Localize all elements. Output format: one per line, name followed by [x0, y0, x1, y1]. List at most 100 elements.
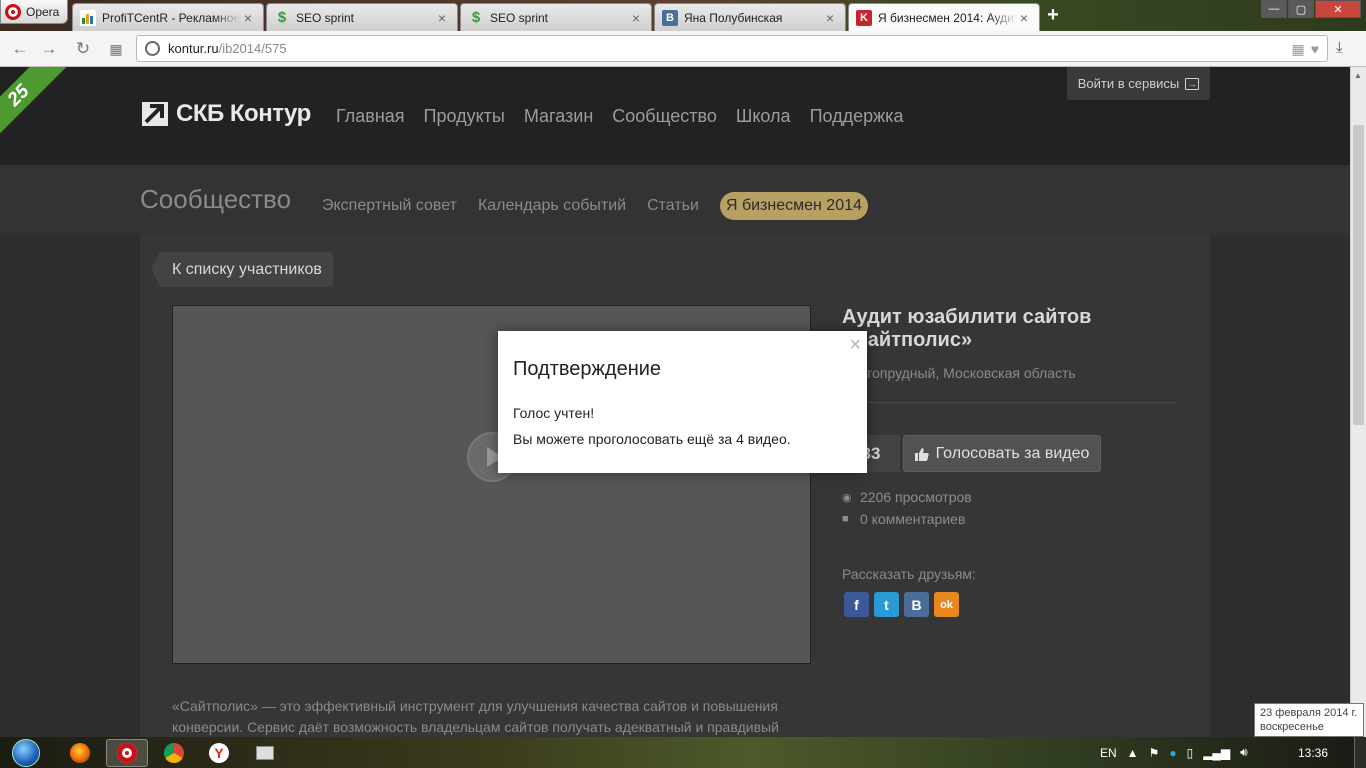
nav-item-shop[interactable]: Магазин [524, 106, 593, 127]
subnav-events-calendar[interactable]: Календарь событий [478, 197, 626, 215]
close-window-icon[interactable]: ✕ [1315, 0, 1361, 18]
divider [842, 402, 1176, 403]
firefox-icon [70, 743, 90, 763]
subnav-articles[interactable]: Статьи [647, 197, 699, 215]
video-location: Долгопрудный, Московская область [842, 365, 1076, 381]
twitter-icon[interactable]: t [874, 592, 899, 617]
vote-for-video-button[interactable]: Голосовать за видео [903, 435, 1101, 472]
dialog-message-2: Вы можете проголосовать ещё за 4 видео. [513, 431, 791, 447]
views-stat: ◉ 2206 просмотров [842, 489, 972, 505]
tab-title: Яна Полубинская [684, 10, 783, 25]
tooltip-date: 23 февраля 2014 г. [1260, 707, 1358, 719]
maximize-icon[interactable]: ▢ [1288, 0, 1314, 18]
close-tab-icon[interactable]: × [241, 10, 255, 26]
login-label: Войти в сервисы [1077, 76, 1180, 91]
comments-stat[interactable]: ■ 0 комментариев [842, 511, 965, 527]
speed-dial-icon[interactable]: ▦ [105, 39, 127, 59]
close-tab-icon[interactable]: × [1017, 10, 1031, 26]
back-arrow-icon[interactable]: ← [9, 39, 31, 59]
close-dialog-icon[interactable]: × [849, 334, 861, 357]
nav-item-support[interactable]: Поддержка [810, 106, 904, 127]
odnoklassniki-icon[interactable]: ok [934, 592, 959, 617]
browser-tab-seo-sprint-2[interactable]: $ SEO sprint × [460, 3, 652, 31]
address-bar[interactable]: kontur.ru/ib2014/575 ▦ ♥ [136, 35, 1328, 62]
site-header: Войти в сервисы → СКБ Контур Главная Про… [0, 67, 1350, 165]
back-to-participants-button[interactable]: К списку участников [151, 252, 333, 287]
download-icon[interactable]: ⤓ [1336, 39, 1343, 56]
comments-text: 0 комментариев [860, 511, 966, 527]
browser-tab-strip: Opera ProfiTCentR - Рекламное агентство … [0, 0, 1366, 31]
site-info-icon[interactable] [145, 41, 160, 56]
close-tab-icon[interactable]: × [823, 10, 837, 26]
taskbar-firefox[interactable] [59, 739, 101, 767]
minimize-icon[interactable]: — [1261, 0, 1287, 18]
chrome-icon [164, 743, 184, 763]
video-description: «Сайтполис» — это эффективный инструмент… [172, 698, 779, 735]
taskbar-opera[interactable] [106, 739, 148, 767]
bar-chart-icon [80, 9, 96, 26]
comment-icon: ■ [842, 513, 849, 525]
language-indicator[interactable]: EN [1100, 746, 1117, 760]
tab-title: ProfiTCentR - Рекламное агентство [102, 10, 241, 25]
close-tab-icon[interactable]: × [629, 10, 643, 26]
browser-tab-profitcentr[interactable]: ProfiTCentR - Рекламное агентство × [72, 3, 264, 31]
vote-label: Голосовать за видео [935, 444, 1090, 462]
show-desktop-button[interactable] [1354, 737, 1366, 768]
taskbar-yandex[interactable]: Y [198, 739, 240, 767]
subnav-expert-council[interactable]: Экспертный совет [322, 197, 457, 215]
tooltip-day: воскресенье [1260, 721, 1324, 733]
logo-text: СКБ Контур [176, 100, 311, 127]
skype-icon[interactable]: ● [1169, 746, 1176, 760]
date-tooltip: 23 февраля 2014 г. воскресенье [1254, 703, 1364, 737]
browser-tab-seo-sprint-1[interactable]: $ SEO sprint × [266, 3, 458, 31]
tab-title: SEO sprint [490, 10, 549, 25]
browser-tab-kontur-active[interactable]: K Я бизнесмен 2014: Аудит юзабилити × [848, 3, 1040, 31]
seo-sprint-icon: $ [471, 9, 481, 26]
page-scrollbar[interactable]: ▲ ▼ [1350, 67, 1366, 737]
section-title[interactable]: Сообщество [140, 184, 291, 215]
new-tab-button[interactable]: + [1043, 5, 1063, 25]
reload-icon[interactable]: ↻ [72, 39, 94, 59]
facebook-icon[interactable]: f [844, 592, 869, 617]
main-nav: Главная Продукты Магазин Сообщество Школ… [336, 106, 903, 127]
forward-arrow-icon[interactable]: → [38, 39, 60, 59]
dialog-message-1: Голос учтен! [513, 405, 595, 421]
opera-logo-icon [5, 3, 21, 20]
url-host: kontur.ru [168, 41, 219, 56]
browser-tab-vk[interactable]: B Яна Полубинская × [654, 3, 846, 31]
vk-share-icon[interactable]: B [904, 592, 929, 617]
views-text: 2206 просмотров [860, 489, 972, 505]
login-services-button[interactable]: Войти в сервисы → [1067, 67, 1210, 100]
taskbar-chrome[interactable] [153, 739, 195, 767]
heart-bookmark-icon[interactable]: ♥ [1311, 41, 1319, 58]
skb-kontur-logo[interactable]: СКБ Контур [140, 100, 311, 128]
clock[interactable]: 13:36 [1298, 746, 1328, 760]
nav-item-community[interactable]: Сообщество [612, 106, 717, 127]
action-center-flag-icon[interactable]: ⚑ [1149, 746, 1160, 760]
tray-chevron-icon[interactable]: ▲ [1127, 746, 1139, 760]
opera-menu-button[interactable]: Opera [0, 0, 68, 24]
tab-title: SEO sprint [296, 10, 355, 25]
scroll-up-icon[interactable]: ▲ [1354, 71, 1362, 80]
seo-sprint-icon: $ [277, 9, 287, 26]
windows-taskbar: Y EN ▲ ⚑ ● ▯ ▂▄▆ 🔊︎ 13:36 [0, 737, 1366, 768]
video-title: Аудит юзабилити сайтов «Сайтполис» [842, 306, 1092, 351]
nav-item-home[interactable]: Главная [336, 106, 405, 127]
battery-icon[interactable]: ▯ [1187, 746, 1194, 760]
thumbs-up-icon [914, 447, 929, 461]
nav-item-school[interactable]: Школа [736, 106, 791, 127]
kontur-logo-icon [142, 102, 168, 126]
yandex-icon: Y [209, 743, 229, 763]
start-button[interactable] [4, 738, 48, 768]
scrollbar-thumb[interactable] [1353, 125, 1364, 425]
nav-item-products[interactable]: Продукты [424, 106, 505, 127]
signal-icon[interactable]: ▂▄▆ [1203, 746, 1230, 760]
eye-icon: ◉ [842, 491, 852, 504]
taskbar-window[interactable] [244, 739, 286, 767]
close-tab-icon[interactable]: × [435, 10, 449, 26]
subnav-businessman-2014[interactable]: Я бизнесмен 2014 [719, 192, 868, 220]
volume-icon[interactable]: 🔊︎ [1240, 745, 1248, 760]
login-arrow-icon: → [1185, 77, 1200, 90]
vk-icon: B [662, 9, 678, 26]
extensions-grid-icon[interactable]: ▦ [1291, 41, 1304, 58]
